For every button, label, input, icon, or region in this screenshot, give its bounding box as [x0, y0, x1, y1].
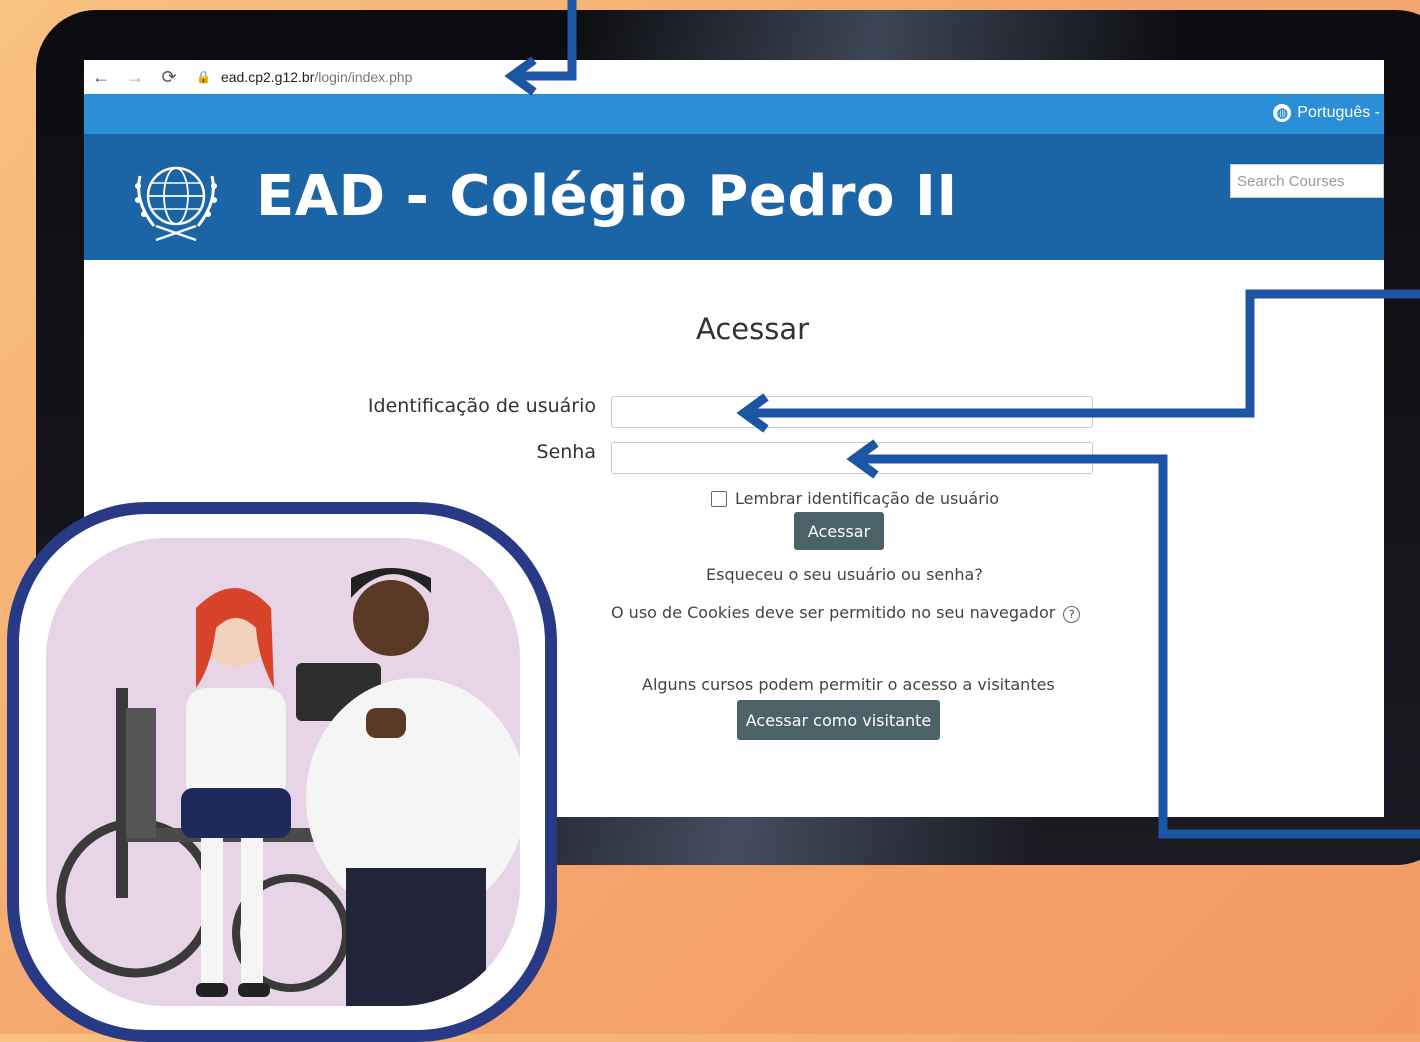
students-illustration	[56, 568, 520, 1006]
username-label: Identificação de usuário	[367, 395, 596, 417]
login-heading: Acessar	[695, 312, 810, 346]
help-icon[interactable]: ?	[1063, 606, 1081, 623]
cookies-notice: O uso de Cookies deve ser permitido no s…	[611, 603, 1081, 623]
lock-icon: 🔒	[196, 70, 211, 84]
forgot-password-link[interactable]: Esqueceu o seu usuário ou senha?	[706, 565, 983, 584]
username-field[interactable]	[611, 396, 1093, 428]
remember-checkbox[interactable]	[711, 490, 727, 507]
back-arrow-icon[interactable]: ←	[84, 67, 118, 88]
password-field[interactable]	[611, 442, 1093, 474]
reload-icon[interactable]: ⟳	[152, 67, 186, 88]
character-illustration	[46, 538, 520, 1006]
language-menu[interactable]: ◍ Português -	[1273, 104, 1380, 122]
search-courses-input[interactable]	[1230, 164, 1384, 198]
browser-toolbar: ← → ⟳ 🔒 ead.cp2.g12.br/login/index.php	[84, 60, 1384, 94]
site-title: EAD - Colégio Pedro II	[256, 164, 958, 229]
url-host: ead.cp2.g12.br	[220, 69, 315, 85]
remember-username[interactable]: Lembrar identificação de usuário	[711, 489, 999, 508]
guest-login-button[interactable]: Acessar como visitante	[737, 700, 940, 740]
address-bar[interactable]: ead.cp2.g12.br/login/index.php	[221, 69, 412, 85]
password-label: Senha	[536, 441, 596, 463]
cookies-notice-text: O uso de Cookies deve ser permitido no s…	[611, 603, 1056, 622]
school-emblem-logo	[135, 166, 217, 242]
globe-icon: ◍	[1273, 104, 1292, 122]
language-label: Português -	[1297, 104, 1380, 121]
login-button[interactable]: Acessar	[794, 512, 884, 550]
guest-notice: Alguns cursos podem permitir o acesso a …	[642, 675, 1055, 694]
remember-label: Lembrar identificação de usuário	[735, 489, 1000, 508]
forward-arrow-icon[interactable]: →	[118, 67, 152, 88]
language-bar: ◍ Português -	[84, 94, 1384, 134]
site-header: EAD - Colégio Pedro II	[84, 134, 1384, 260]
url-path: /login/index.php	[314, 69, 413, 85]
